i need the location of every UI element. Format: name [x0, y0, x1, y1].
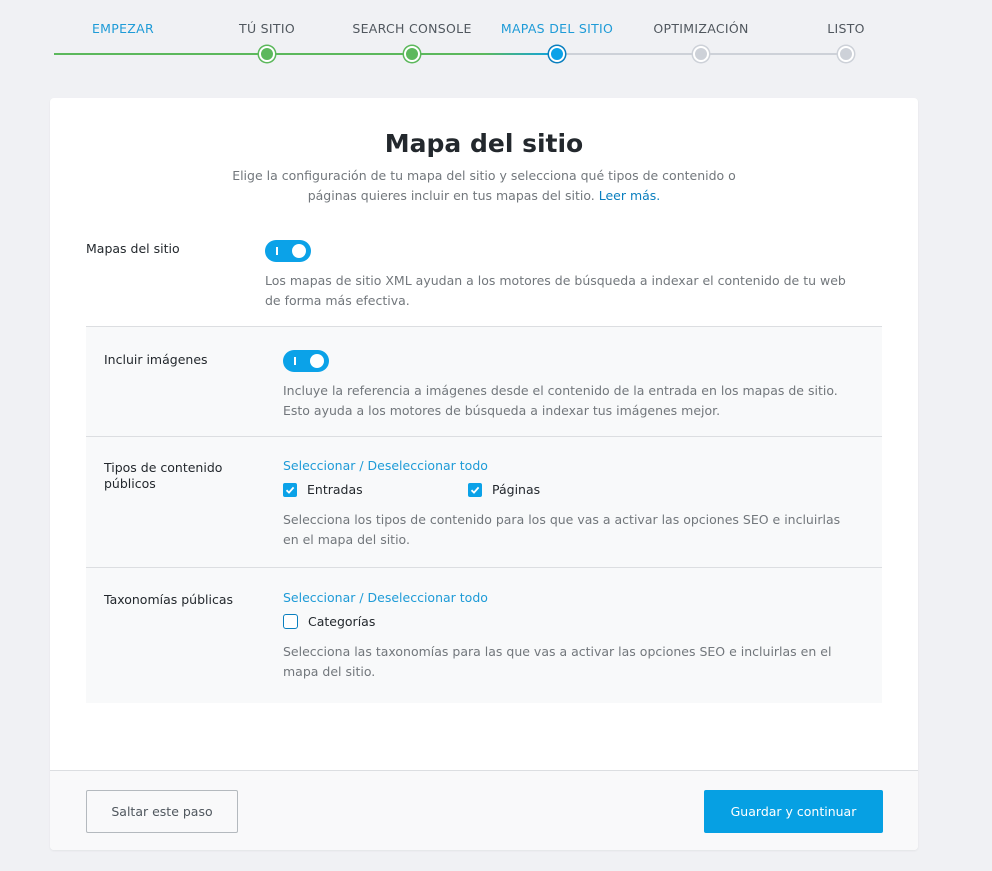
step-dot-tu-sitio[interactable]: [259, 46, 275, 62]
checkbox-label: Categorías: [308, 614, 376, 629]
step-label-listo: LISTO: [827, 21, 865, 36]
checkbox-unchecked-icon: [283, 614, 298, 629]
card-footer: Saltar este paso Guardar y continuar: [50, 770, 918, 850]
taxonomies-row: Taxonomías públicas Seleccionar / Desele…: [86, 568, 882, 703]
setup-wizard-stepper: EMPEZAR TÚ SITIO SEARCH CONSOLE MAPAS DE…: [0, 0, 992, 80]
post-type-checkbox-entradas[interactable]: Entradas: [283, 482, 363, 497]
step-label-search-console[interactable]: SEARCH CONSOLE: [352, 21, 471, 36]
toggle-on-indicator-icon: [294, 357, 296, 365]
checkbox-checked-icon: [283, 482, 297, 497]
include-images-label: Incluir imágenes: [104, 352, 208, 367]
progress-line-transition: [484, 53, 558, 55]
checkbox-checked-icon: [468, 482, 482, 497]
taxonomies-label: Taxonomías públicas: [104, 592, 234, 607]
step-label-tu-sitio[interactable]: TÚ SITIO: [239, 21, 295, 36]
sitemap-settings-card: Mapa del sitio Elige la configuración de…: [50, 98, 918, 850]
read-more-link[interactable]: Leer más.: [599, 188, 661, 203]
toggle-knob: [310, 354, 324, 368]
checkbox-label: Páginas: [492, 482, 541, 497]
sitemaps-setting-row: Mapas del sitio Los mapas de sitio XML a…: [86, 237, 882, 326]
skip-step-button[interactable]: Saltar este paso: [86, 790, 238, 833]
taxonomy-checkbox-categorias[interactable]: Categorías: [283, 614, 375, 629]
sitemaps-description: Los mapas de sitio XML ayudan a los moto…: [265, 273, 846, 308]
post-type-checkbox-paginas[interactable]: Páginas: [468, 482, 540, 497]
page-subtitle: Elige la configuración de tu mapa del si…: [210, 166, 758, 206]
step-label-optimizacion: OPTIMIZACIÓN: [653, 21, 749, 36]
taxonomies-select-all-link[interactable]: Seleccionar / Deseleccionar todo: [283, 590, 488, 605]
taxonomies-description: Selecciona las taxonomías para las que v…: [283, 644, 832, 679]
save-and-continue-button[interactable]: Guardar y continuar: [704, 790, 883, 833]
sitemaps-label: Mapas del sitio: [86, 241, 180, 256]
post-types-row: Tipos de contenido públicos Seleccionar …: [86, 437, 882, 567]
include-images-toggle[interactable]: [283, 350, 329, 372]
toggle-knob: [292, 244, 306, 258]
toggle-on-indicator-icon: [276, 247, 278, 255]
post-types-description: Selecciona los tipos de contenido para l…: [283, 512, 841, 547]
post-types-select-all-link[interactable]: Seleccionar / Deseleccionar todo: [283, 458, 488, 473]
step-dot-mapas-del-sitio[interactable]: [549, 46, 565, 62]
page-title: Mapa del sitio: [384, 129, 584, 158]
step-dot-listo: [838, 46, 854, 62]
step-label-mapas-del-sitio[interactable]: MAPAS DEL SITIO: [501, 21, 613, 36]
checkbox-label: Entradas: [307, 482, 363, 497]
include-images-row: Incluir imágenes Incluye la referencia a…: [86, 327, 882, 436]
step-dot-search-console[interactable]: [404, 46, 420, 62]
include-images-description: Incluye la referencia a imágenes desde e…: [283, 383, 838, 418]
step-dot-optimizacion: [693, 46, 709, 62]
sitemaps-toggle[interactable]: [265, 240, 311, 262]
post-types-label: Tipos de contenido públicos: [104, 460, 223, 491]
step-label-empezar[interactable]: EMPEZAR: [92, 21, 154, 36]
